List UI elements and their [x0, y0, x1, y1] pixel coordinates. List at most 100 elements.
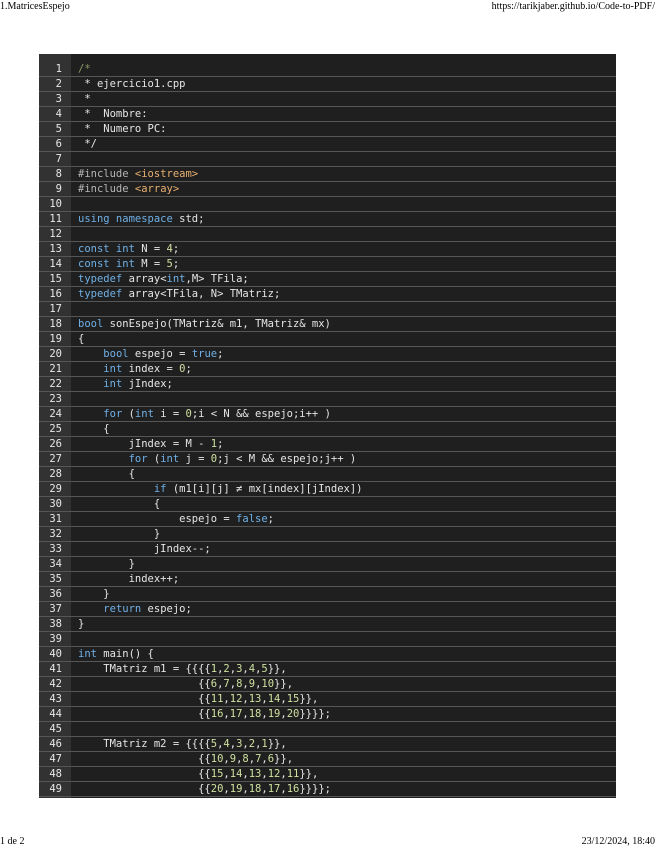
- code-token: }},: [299, 768, 319, 780]
- print-timestamp: 23/12/2024, 18:40: [581, 836, 655, 847]
- code-text: {: [78, 467, 135, 481]
- line-number: 32: [49, 528, 62, 540]
- line-number: 33: [49, 543, 62, 555]
- line-number: 31: [49, 513, 62, 525]
- line-number: 26: [49, 438, 62, 450]
- line-number: 4: [55, 108, 62, 120]
- code-token: N =: [134, 243, 167, 255]
- code-token: index =: [122, 363, 180, 375]
- code-line: 31 espejo = false;: [39, 512, 616, 527]
- code-token: }}}};: [299, 708, 331, 720]
- page-number: 1 de 2: [0, 836, 25, 847]
- code-token: 16: [210, 708, 224, 720]
- code-line: 41 TMatriz m1 = {{{{1,2,3,4,5}},: [39, 662, 616, 677]
- code-line: 22 int jIndex;: [39, 377, 616, 392]
- code-text: {: [78, 422, 109, 436]
- code-token: (m1[i][j] ≠ mx[index][jIndex]): [166, 483, 363, 495]
- line-number: 6: [55, 138, 62, 150]
- code-line: 8 #include <iostream>: [39, 167, 616, 182]
- code-token: ;i < N && espejo;i++ ): [191, 408, 331, 420]
- line-number: 20: [49, 348, 62, 360]
- code-line: 23: [39, 392, 616, 407]
- code-token: <iostream>: [134, 168, 199, 180]
- line-number: 30: [49, 498, 62, 510]
- code-token: 15: [210, 768, 224, 780]
- code-line: 19 {: [39, 332, 616, 347]
- code-token: ;: [172, 243, 180, 255]
- code-token: <array>: [134, 183, 180, 195]
- code-token: (: [147, 453, 161, 465]
- code-line: 45: [39, 722, 616, 737]
- code-line: 38}: [39, 617, 616, 632]
- code-token: 11: [210, 693, 224, 705]
- line-number: 3: [55, 93, 62, 105]
- line-number: 12: [49, 228, 62, 240]
- code-text: }: [78, 557, 135, 571]
- line-number: 42: [49, 678, 62, 690]
- code-text: int jIndex;: [78, 377, 173, 391]
- code-line: 26 jIndex = M - 1;: [39, 437, 616, 452]
- code-line: 7: [39, 152, 616, 167]
- code-token: espejo =: [128, 348, 192, 360]
- code-text: int index = 0;: [78, 362, 192, 376]
- line-number: 10: [49, 198, 62, 210]
- code-token: 19: [267, 708, 281, 720]
- code-text: for (int j = 0;j < M && espejo;j++ ): [78, 452, 357, 466]
- code-text: for (int i = 0;i < N && espejo;i++ ): [78, 407, 331, 421]
- code-text: jIndex = M - 1;: [78, 437, 224, 451]
- code-token: 12: [267, 768, 281, 780]
- code-token: i =: [153, 408, 186, 420]
- line-number: 39: [49, 633, 62, 645]
- document-title: 1.MatricesEspejo: [0, 1, 70, 12]
- code-token: *: [78, 93, 91, 105]
- code-token: 20: [286, 708, 300, 720]
- code-text: {{11,12,13,14,15}},: [78, 692, 318, 706]
- source-url: https://tarikjaber.github.io/Code-to-PDF…: [491, 1, 655, 12]
- code-line: 4 * Nombre:: [39, 107, 616, 122]
- code-line: 6 */: [39, 137, 616, 152]
- code-text: int main() {: [78, 647, 154, 661]
- line-number: 14: [49, 258, 62, 270]
- code-token: int: [134, 408, 154, 420]
- code-token: 17: [267, 783, 281, 795]
- line-number: 35: [49, 573, 62, 585]
- code-token: {{: [78, 693, 211, 705]
- line-number: 40: [49, 648, 62, 660]
- code-text: jIndex--;: [78, 542, 211, 556]
- line-number: 15: [49, 273, 62, 285]
- code-token: {: [78, 333, 85, 345]
- code-token: 10: [210, 753, 224, 765]
- code-token: * Numero PC:: [78, 123, 167, 135]
- code-token: typedef: [78, 288, 123, 300]
- code-text: }: [78, 527, 160, 541]
- code-token: 20: [210, 783, 224, 795]
- code-token: }: [78, 528, 161, 540]
- code-token: M =: [134, 258, 167, 270]
- code-token: int: [160, 453, 180, 465]
- code-token: * ejercicio1.cpp: [78, 78, 186, 90]
- line-number: 18: [49, 318, 62, 330]
- code-line: 35 index++;: [39, 572, 616, 587]
- line-number: 48: [49, 768, 62, 780]
- code-line: 47 {{10,9,8,7,6}},: [39, 752, 616, 767]
- code-text: const int M = 5;: [78, 257, 179, 271]
- line-number: 43: [49, 693, 62, 705]
- line-number: 27: [49, 453, 62, 465]
- code-line: 39: [39, 632, 616, 647]
- code-token: {: [78, 468, 135, 480]
- code-token: jIndex;: [122, 378, 173, 390]
- code-line: 21 int index = 0;: [39, 362, 616, 377]
- code-token: {{: [78, 753, 211, 765]
- line-number: 16: [49, 288, 62, 300]
- code-token: }: [78, 588, 110, 600]
- code-token: bool: [103, 348, 129, 360]
- code-line: 29 if (m1[i][j] ≠ mx[index][jIndex]): [39, 482, 616, 497]
- code-token: 17: [229, 708, 243, 720]
- code-line: 25 {: [39, 422, 616, 437]
- line-number: 49: [49, 783, 62, 795]
- code-line: 27 for (int j = 0;j < M && espejo;j++ ): [39, 452, 616, 467]
- code-token: {{: [78, 768, 211, 780]
